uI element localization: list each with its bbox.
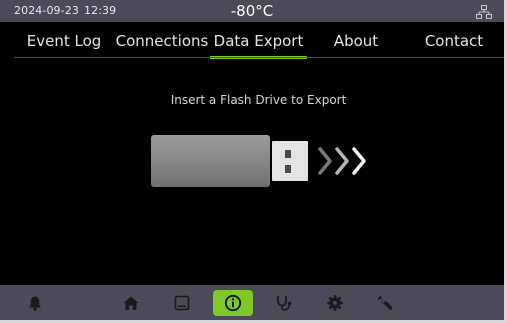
device-screen: 2024-09-23 12:39 -80°C Event Log Connect…	[0, 0, 507, 323]
usb-drive-body	[151, 135, 270, 187]
tab-label: Event Log	[26, 32, 102, 50]
chevron-right-icon	[335, 147, 349, 175]
service-button[interactable]	[365, 285, 405, 320]
display-button[interactable]	[162, 285, 202, 320]
tab-bar: Event Log Connections Data Export About …	[0, 22, 504, 59]
temperature-readout: -80°C	[230, 2, 274, 20]
usb-pin	[285, 150, 291, 158]
chevron-right-icon	[352, 147, 366, 175]
bell-icon	[29, 296, 41, 311]
usb-connector	[272, 141, 308, 181]
network-icon	[476, 4, 492, 19]
tab-contact[interactable]: Contact	[416, 32, 492, 58]
wrench-icon	[378, 295, 393, 310]
home-button[interactable]	[111, 285, 151, 320]
tab-label: About	[333, 32, 379, 50]
tab-label: Data Export	[213, 32, 304, 50]
tab-connections[interactable]: Connections	[114, 32, 210, 58]
info-icon	[224, 294, 242, 312]
alarm-button[interactable]	[15, 285, 55, 320]
tab-data-export[interactable]: Data Export	[210, 32, 307, 59]
export-prompt: Insert a Flash Drive to Export	[170, 93, 347, 107]
settings-button[interactable]	[315, 285, 355, 320]
display-icon	[174, 295, 190, 310]
bottom-toolbar	[0, 285, 504, 320]
tab-divider	[14, 57, 504, 58]
chevron-right-icon	[318, 147, 332, 175]
tab-label: Connections	[115, 32, 209, 50]
sensors-button[interactable]	[264, 285, 304, 320]
tab-label: Contact	[424, 32, 484, 50]
stethoscope-icon	[277, 295, 292, 311]
status-bar: 2024-09-23 12:39 -80°C	[0, 0, 504, 22]
home-icon	[123, 296, 139, 310]
tab-about[interactable]: About	[322, 32, 390, 58]
gear-icon	[327, 294, 343, 311]
usb-pin	[285, 165, 291, 173]
tab-event-log[interactable]: Event Log	[22, 32, 106, 58]
info-button[interactable]	[213, 290, 253, 316]
